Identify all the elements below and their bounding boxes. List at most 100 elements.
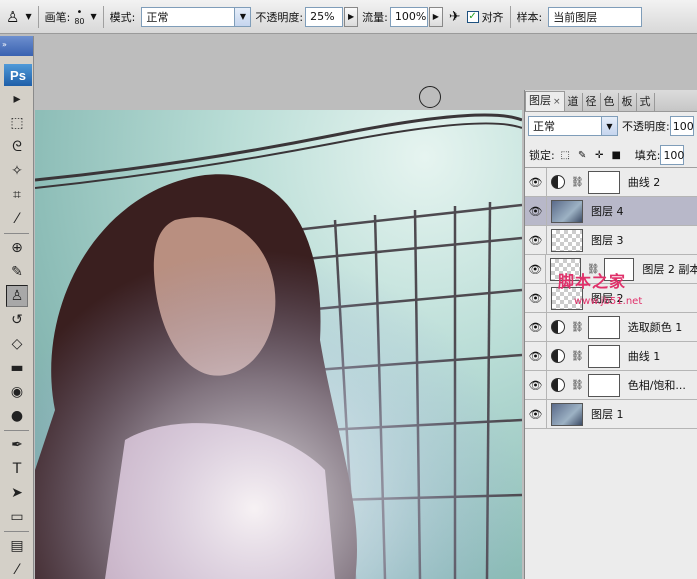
visibility-eye-icon[interactable]: 👁 (525, 225, 547, 255)
divider (509, 5, 511, 28)
marquee-tool[interactable]: ⬚ (6, 112, 28, 134)
panel-tab[interactable]: 径 (583, 93, 601, 111)
blend-row: 正常 ▼ 不透明度: 100 (528, 116, 694, 136)
visibility-eye-icon[interactable]: 👁 (525, 283, 547, 313)
brush-preset-picker[interactable]: • 80 (74, 7, 84, 26)
link-icon[interactable]: ⛓ (571, 351, 584, 362)
visibility-eye-icon[interactable]: 👁 (525, 196, 547, 226)
flow-input[interactable]: 100% (389, 6, 428, 27)
shape-tool[interactable]: ▭ (6, 506, 28, 528)
panel-tabs: 图层 × 道径色板式 (525, 90, 697, 112)
panel-tab-label: 板 (621, 95, 633, 108)
history-brush-tool[interactable]: ↺ (6, 309, 28, 331)
layer-name[interactable]: 图层 2 副本 (642, 261, 697, 277)
opacity-slider-button[interactable]: ▶ (344, 6, 359, 27)
notes-tool[interactable]: ▤ (6, 535, 28, 557)
layer-mask-thumbnail[interactable] (587, 315, 620, 339)
adjustment-layer-icon (551, 378, 565, 392)
toolbox-grip[interactable]: » (0, 36, 33, 56)
panel-tab[interactable]: 式 (637, 93, 655, 111)
layer-row[interactable]: 👁 ⛓ 曲线 2 (525, 167, 697, 197)
layer-name[interactable]: 曲线 1 (628, 348, 661, 364)
layer-opacity-input[interactable]: 100 (669, 116, 694, 136)
link-icon[interactable]: ⛓ (571, 380, 584, 391)
document-image[interactable] (35, 110, 522, 579)
layer-mask-thumbnail[interactable] (587, 344, 620, 368)
adjustment-layer-icon (551, 349, 565, 363)
lasso-tool[interactable]: ᘓ (6, 136, 28, 158)
move-tool[interactable]: ▸ (6, 88, 28, 110)
toolbox-divider (4, 531, 29, 532)
visibility-eye-icon[interactable]: 👁 (525, 312, 547, 342)
layer-name[interactable]: 图层 1 (591, 406, 624, 422)
layer-mask-thumbnail[interactable] (587, 373, 620, 397)
link-icon[interactable]: ⛓ (571, 322, 584, 333)
visibility-eye-icon[interactable]: 👁 (525, 167, 547, 197)
fill-label: 填充: (634, 149, 661, 162)
layer-mask-thumbnail[interactable] (587, 170, 620, 194)
toolbox: » Ps ▸⬚ᘓ✧⌗⁄⊕✎♙↺◇▬◉●✒T➤▭▤⁄✋ (0, 36, 34, 579)
airbrush-icon[interactable]: ✈ (449, 9, 461, 25)
pen-tool[interactable]: ✒ (6, 434, 28, 456)
align-checkbox-group[interactable]: ✓ 对齐 (466, 9, 504, 25)
layer-row[interactable]: 👁 ⛓ 选取颜色 1 (525, 312, 697, 342)
path-selection-tool[interactable]: ➤ (6, 482, 28, 504)
brush-dropdown-arrow[interactable]: ▼ (91, 12, 97, 21)
panel-tab[interactable]: 板 (619, 93, 637, 111)
photoshop-logo[interactable]: Ps (4, 64, 32, 86)
layer-thumbnail[interactable] (551, 228, 583, 252)
layer-row[interactable]: 👁 图层 4 (525, 196, 697, 226)
link-icon[interactable]: ⛓ (571, 177, 584, 188)
eyedropper-slice-tool[interactable]: ⁄ (6, 208, 28, 230)
opacity-label: 不透明度: (255, 10, 304, 24)
flow-slider-button[interactable]: ▶ (428, 6, 443, 27)
mode-value: 正常 (146, 10, 169, 24)
layer-thumbnail[interactable] (551, 402, 583, 426)
preset-dropdown-arrow[interactable]: ▼ (25, 12, 31, 21)
visibility-eye-icon[interactable]: 👁 (525, 399, 547, 429)
blur-tool[interactable]: ◉ (6, 381, 28, 403)
mode-select[interactable]: 正常 ▼ (141, 6, 252, 27)
layer-thumbnail[interactable] (551, 199, 583, 223)
clone-stamp-tool[interactable]: ♙ (6, 285, 28, 307)
layer-row[interactable]: 👁 ⛓ 色相/饱和... (525, 370, 697, 400)
tool-list: ▸⬚ᘓ✧⌗⁄⊕✎♙↺◇▬◉●✒T➤▭▤⁄✋ (0, 88, 33, 579)
layer-name[interactable]: 图层 3 (591, 232, 624, 248)
dodge-tool[interactable]: ● (6, 405, 28, 427)
layer-row[interactable]: 👁 图层 3 (525, 225, 697, 255)
lock-all-icon[interactable]: ■ (610, 149, 623, 162)
lock-image-icon[interactable]: ✎ (576, 149, 589, 162)
panel-tab[interactable]: 道 (565, 93, 583, 111)
fill-input[interactable]: 100 (660, 145, 685, 165)
type-tool[interactable]: T (6, 458, 28, 480)
visibility-eye-icon[interactable]: 👁 (525, 254, 547, 284)
layer-name[interactable]: 色相/饱和... (628, 377, 686, 393)
eyedropper-tool[interactable]: ⁄ (6, 559, 28, 579)
gradient-tool[interactable]: ▬ (6, 357, 28, 379)
layer-row[interactable]: 👁 ⛓ 曲线 1 (525, 341, 697, 371)
lock-position-icon[interactable]: ✛ (593, 149, 606, 162)
brush-tool[interactable]: ✎ (6, 261, 28, 283)
mode-label: 模式: (109, 10, 136, 24)
crop-tool[interactable]: ⌗ (6, 184, 28, 206)
sample-select[interactable]: 当前图层 (548, 6, 643, 27)
align-checkbox[interactable]: ✓ (466, 10, 479, 23)
visibility-eye-icon[interactable]: 👁 (525, 370, 547, 400)
lock-transparent-icon[interactable]: ⬚ (559, 149, 572, 162)
clone-stamp-tool-preset-icon[interactable]: ♙ (6, 8, 19, 26)
layer-name[interactable]: 曲线 2 (628, 174, 661, 190)
chevron-down-icon: ▼ (601, 117, 617, 135)
close-icon[interactable]: × (553, 97, 561, 107)
panel-tab[interactable]: 图层 × (525, 91, 565, 111)
magic-wand-tool[interactable]: ✧ (6, 160, 28, 182)
layer-name[interactable]: 图层 4 (591, 203, 624, 219)
visibility-eye-icon[interactable]: 👁 (525, 341, 547, 371)
panel-tab[interactable]: 色 (601, 93, 619, 111)
layer-name[interactable]: 选取颜色 1 (628, 319, 683, 335)
fill-value: 100 (663, 148, 685, 162)
opacity-input[interactable]: 25% (305, 6, 344, 27)
blend-mode-select[interactable]: 正常 ▼ (528, 116, 618, 136)
healing-brush-tool[interactable]: ⊕ (6, 237, 28, 259)
layer-row[interactable]: 👁 图层 1 (525, 399, 697, 429)
eraser-tool[interactable]: ◇ (6, 333, 28, 355)
